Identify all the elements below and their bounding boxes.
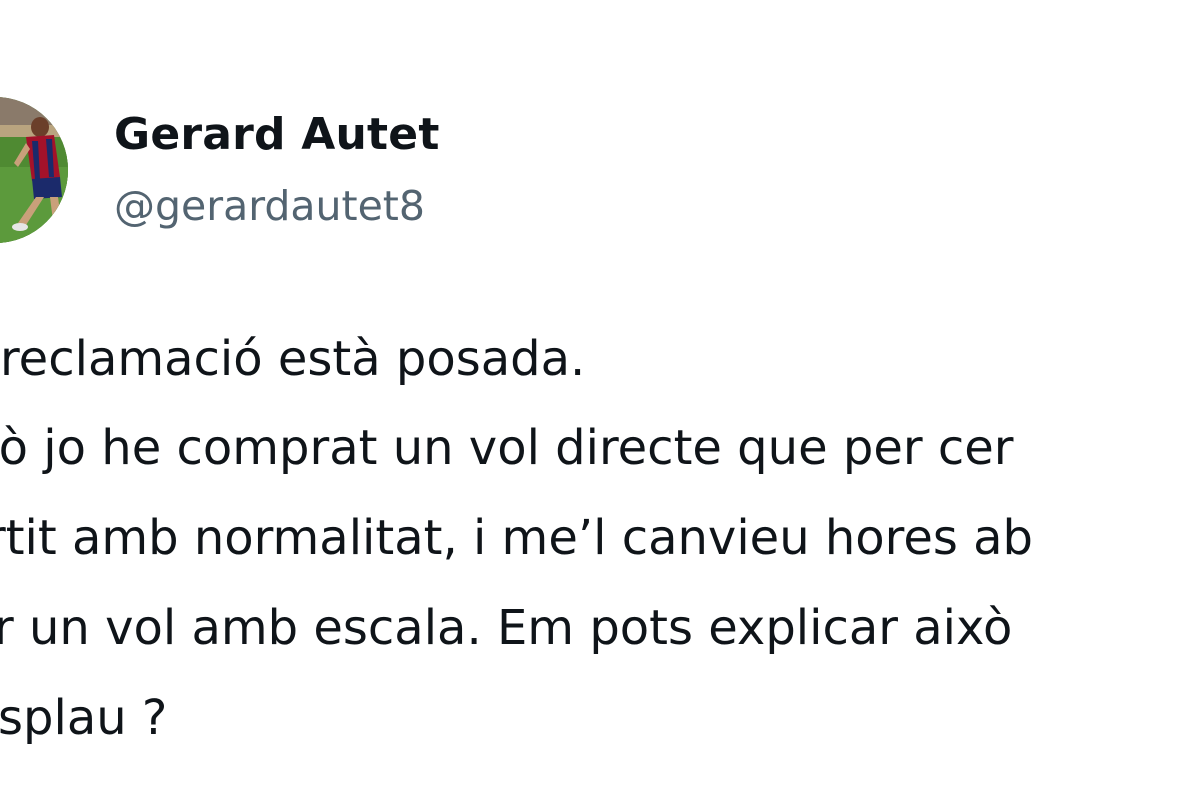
tweet-text-line: reclamació està posada. <box>0 331 586 387</box>
tweet-text-line: r un vol amb escala. Em pots explicar ai… <box>0 600 1013 656</box>
tweet-text: reclamació està posada. rò jo he comprat… <box>0 0 1200 800</box>
tweet-card: Gerard Autet @gerardautet8 reclamació es… <box>0 0 1200 800</box>
tweet-text-line: splau ? <box>0 690 168 746</box>
tweet-text-line: rtit amb normalitat, i me’l canvieu hore… <box>0 510 1034 566</box>
tweet-text-line: rò jo he comprat un vol directe que per … <box>0 420 1014 476</box>
